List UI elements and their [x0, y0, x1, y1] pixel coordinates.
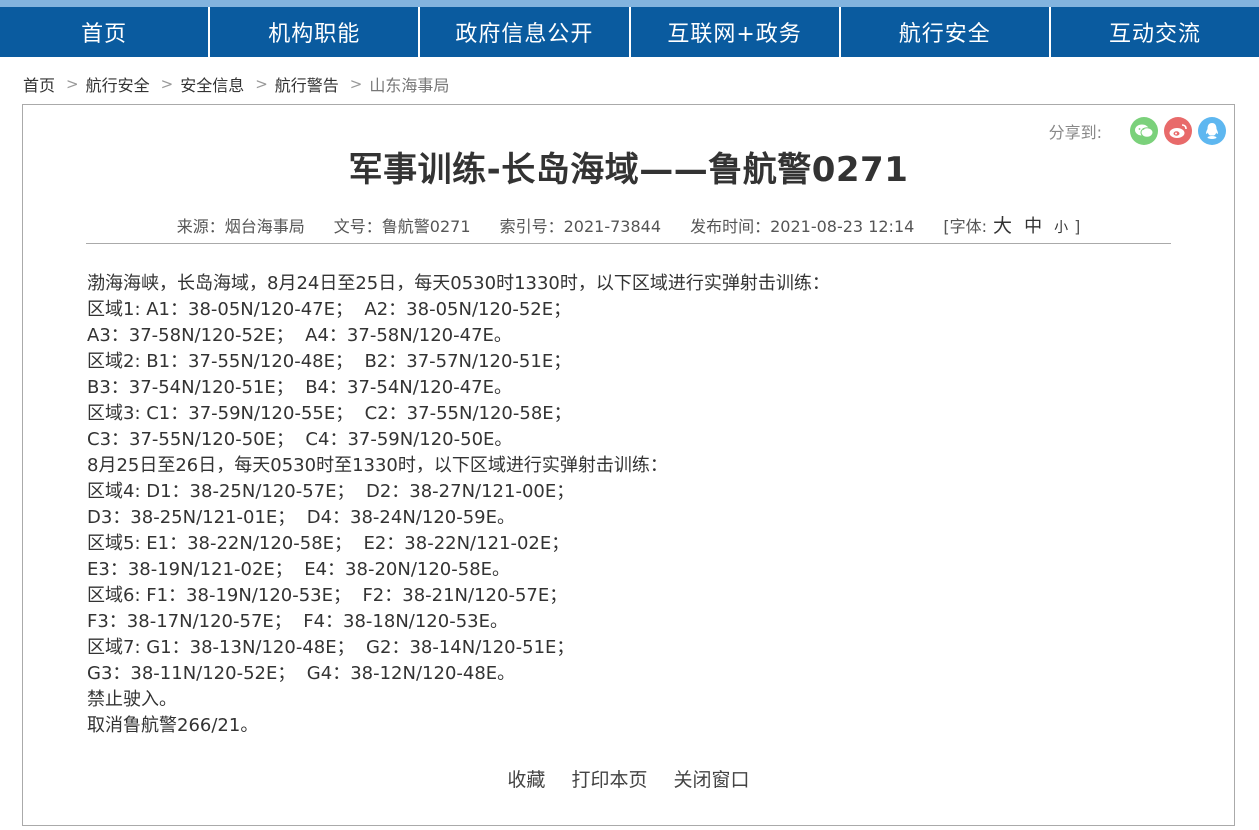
nav-item-interaction[interactable]: 互动交流 — [1048, 7, 1259, 57]
breadcrumb-separator: > — [160, 75, 174, 93]
body-line: 取消鲁航警266/21。 — [87, 715, 259, 736]
breadcrumb-current: 山东海事局 — [369, 76, 450, 95]
body-line: 区域4: D1：38-25N/120-57E； D2：38-27N/121-00… — [87, 481, 575, 502]
main-nav: 首页 机构职能 政府信息公开 互联网+政务 航行安全 互动交流 — [0, 7, 1259, 57]
body-line: 8月25日至26日，每天0530时至1330时，以下区域进行实弹射击训练： — [87, 455, 668, 476]
title-divider — [86, 243, 1171, 244]
article-panel: 分享到: 军事训练-长岛海域——鲁航警0271 来源：烟台海事局 文号：鲁航警0… — [22, 104, 1235, 826]
breadcrumb-navigation-safety[interactable]: 航行安全 — [86, 72, 150, 96]
body-line: G3：38-11N/120-52E； G4：38-12N/120-48E。 — [87, 663, 516, 684]
favorite-link[interactable]: 收藏 — [507, 769, 545, 791]
share-bar: 分享到: — [1049, 117, 1226, 145]
nav-item-gov-info[interactable]: 政府信息公开 — [418, 7, 628, 57]
body-line: 区域2: B1：37-55N/120-48E； B2：37-57N/120-51… — [87, 351, 572, 372]
breadcrumb-separator: > — [349, 75, 363, 93]
breadcrumb: 首页 > 航行安全 > 安全信息 > 航行警告 > 山东海事局 — [23, 72, 449, 96]
weibo-icon[interactable] — [1164, 117, 1192, 145]
top-accent-bar — [0, 0, 1259, 7]
nav-item-navigation-safety[interactable]: 航行安全 — [838, 7, 1049, 57]
close-window-link[interactable]: 关闭窗口 — [674, 769, 750, 791]
wechat-icon[interactable] — [1130, 117, 1158, 145]
article-title: 军事训练-长岛海域——鲁航警0271 — [348, 150, 909, 190]
article-actions: 收藏 打印本页 关闭窗口 — [23, 765, 1234, 792]
font-size-medium-button[interactable]: 中 — [1024, 216, 1042, 237]
nav-item-home[interactable]: 首页 — [0, 7, 208, 57]
body-line: F3：38-17N/120-57E； F4：38-18N/120-53E。 — [87, 611, 508, 632]
nav-item-internet-gov[interactable]: 互联网+政务 — [628, 7, 839, 57]
body-line: A3：37-58N/120-52E； A4：37-58N/120-47E。 — [87, 325, 512, 346]
font-size-large-button[interactable]: 大 — [993, 215, 1012, 237]
meta-source: 来源：烟台海事局 — [176, 217, 305, 236]
print-page-link[interactable]: 打印本页 — [571, 769, 647, 791]
font-size-label: [字体: — [943, 217, 988, 236]
body-line: E3：38-19N/121-02E； E4：38-20N/120-58E。 — [87, 559, 511, 580]
body-line: 区域7: G1：38-13N/120-48E； G2：38-14N/120-51… — [87, 637, 575, 658]
body-line: 渤海海峡，长岛海域，8月24日至25日，每天0530时1330时，以下区域进行实… — [87, 273, 830, 294]
breadcrumb-home[interactable]: 首页 — [23, 72, 55, 96]
article-meta: 来源：烟台海事局 文号：鲁航警0271 索引号：2021-73844 发布时间：… — [86, 211, 1171, 238]
share-label: 分享到: — [1048, 123, 1102, 142]
breadcrumb-separator: > — [255, 75, 268, 93]
body-line: 区域5: E1：38-22N/120-58E； E2：38-22N/121-02… — [87, 533, 570, 554]
qq-icon[interactable] — [1198, 117, 1226, 145]
breadcrumb-separator: > — [66, 75, 79, 93]
breadcrumb-safety-info[interactable]: 安全信息 — [180, 72, 244, 96]
body-line: 区域1: A1：38-05N/120-47E； A2：38-05N/120-52… — [87, 299, 572, 320]
body-line: 区域3: C1：37-59N/120-55E； C2：37-55N/120-58… — [87, 403, 572, 424]
body-line: 禁止驶入。 — [87, 689, 177, 710]
body-line: B3：37-54N/120-51E； B4：37-54N/120-47E。 — [87, 377, 512, 398]
meta-publish-time: 发布时间：2021-08-23 12:14 — [690, 217, 915, 236]
font-size-label-close: ] — [1074, 217, 1081, 236]
meta-doc-number: 文号：鲁航警0271 — [333, 217, 471, 236]
article-body: 渤海海峡，长岛海域，8月24日至25日，每天0530时1330时，以下区域进行实… — [87, 271, 1172, 739]
body-line: D3：38-25N/121-01E； D4：38-24N/120-59E。 — [87, 507, 515, 528]
font-size-small-button[interactable]: 小 — [1054, 220, 1068, 236]
meta-index-number: 索引号：2021-73844 — [499, 217, 662, 236]
breadcrumb-nav-warnings[interactable]: 航行警告 — [275, 72, 339, 96]
body-line: C3：37-55N/120-50E； C4：37-59N/120-50E。 — [87, 429, 513, 450]
font-size-switch: [字体: 大中小] — [943, 215, 1081, 237]
nav-item-functions[interactable]: 机构职能 — [208, 7, 418, 57]
body-line: 区域6: F1：38-19N/120-53E； F2：38-21N/120-57… — [87, 585, 568, 606]
